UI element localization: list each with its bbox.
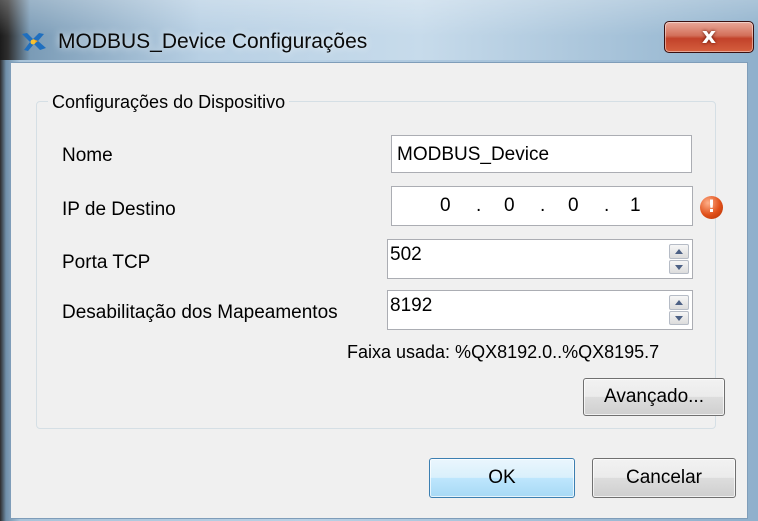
tcp-port-value: 502 xyxy=(390,244,422,265)
ip-octet-2: 0 xyxy=(504,195,515,216)
app-icon xyxy=(20,30,48,54)
spin-down-arrow-icon[interactable] xyxy=(669,259,689,274)
title-bar[interactable]: MODBUS_Device Configurações x xyxy=(0,0,758,60)
ip-label: IP de Destino xyxy=(62,199,176,220)
name-input-value: MODBUS_Device xyxy=(397,144,550,165)
spin-down-arrow-icon[interactable] xyxy=(669,310,689,325)
spin-up-arrow-icon[interactable] xyxy=(669,295,689,310)
ip-address-input[interactable]: 0 . 0 . 0 . 1 xyxy=(391,186,693,226)
mapping-disable-value: 8192 xyxy=(390,295,433,316)
ip-dot-1: . xyxy=(476,195,482,216)
groupbox-title: Configurações do Dispositivo xyxy=(48,92,290,113)
spin-up-arrow-icon[interactable] xyxy=(669,244,689,259)
mapping-disable-label: Desabilitação dos Mapeamentos xyxy=(62,302,338,323)
ip-octet-4: 1 xyxy=(630,195,641,216)
ip-dot-3: . xyxy=(604,195,610,216)
ip-octet-1: 0 xyxy=(440,195,451,216)
tcp-port-stepper[interactable]: 502 xyxy=(387,239,693,279)
cancel-button[interactable]: Cancelar xyxy=(592,458,736,498)
name-input[interactable]: MODBUS_Device xyxy=(391,135,692,173)
mapping-disable-spin-buttons xyxy=(669,295,689,325)
window-title: MODBUS_Device Configurações xyxy=(58,30,368,53)
name-label: Nome xyxy=(62,145,113,166)
mapping-disable-stepper[interactable]: 8192 xyxy=(387,290,693,330)
advanced-button[interactable]: Avançado... xyxy=(583,378,725,416)
close-button[interactable]: x xyxy=(664,21,754,53)
dialog-window: MODBUS_Device Configurações x Configuraç… xyxy=(0,0,758,521)
tcp-port-spin-buttons xyxy=(669,244,689,274)
error-icon[interactable]: ! xyxy=(700,196,723,219)
ok-button[interactable]: OK xyxy=(429,458,575,498)
tcp-port-label: Porta TCP xyxy=(62,252,151,273)
ip-dot-2: . xyxy=(540,195,546,216)
close-icon: x xyxy=(701,24,717,49)
used-range-text: Faixa usada: %QX8192.0..%QX8195.7 xyxy=(347,342,660,362)
ip-octet-3: 0 xyxy=(568,195,579,216)
